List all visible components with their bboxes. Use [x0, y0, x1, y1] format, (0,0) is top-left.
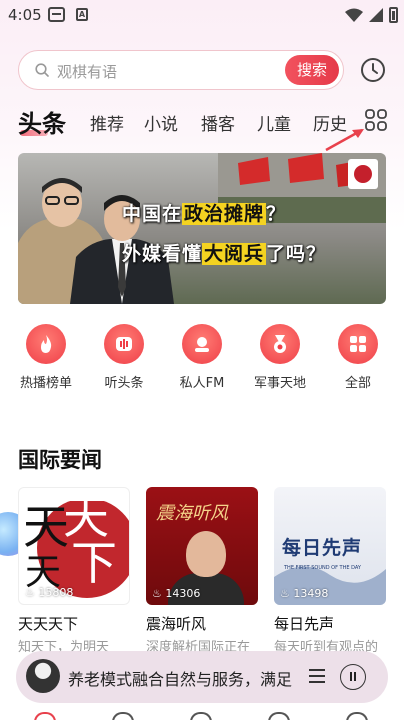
- search-icon: [35, 63, 49, 77]
- cover-char: 下: [71, 536, 117, 590]
- wifi-icon: [345, 8, 363, 22]
- shortcut-all[interactable]: 全部: [318, 324, 398, 391]
- shortcut-listen-headlines[interactable]: 听头条: [84, 324, 164, 391]
- album-cover: 天 天 天 下 ♨ 15808: [18, 487, 130, 605]
- flame-icon: [41, 335, 52, 353]
- playlist-icon[interactable]: [308, 667, 326, 685]
- album-cover: 每日先声 THE FIRST SOUND OF THE DAY ♨ 13498: [274, 487, 386, 605]
- bottom-nav: [0, 706, 404, 720]
- album-card[interactable]: 天 天 天 下 ♨ 15808 天天天下 知天下，为明天: [18, 487, 130, 655]
- search-button[interactable]: 搜索: [285, 55, 339, 85]
- history-clock-icon[interactable]: [359, 56, 387, 84]
- play-count: ♨ 13498: [280, 587, 329, 600]
- shortcut-row: 热播榜单 听头条 私人FM 军事天地 全部: [0, 324, 404, 394]
- nav-crown-icon[interactable]: [112, 712, 134, 720]
- cover-subtitle: THE FIRST SOUND OF THE DAY: [284, 565, 361, 571]
- search-input[interactable]: 观棋有语: [57, 61, 117, 82]
- nav-library-icon[interactable]: [268, 712, 290, 720]
- cover-title: 每日先声: [282, 537, 363, 559]
- album-card[interactable]: 震海听风 ♨ 14306 震海听风 深度解析国际正在: [146, 487, 258, 655]
- pause-icon[interactable]: [340, 664, 366, 690]
- album-title: 震海听风: [146, 615, 207, 633]
- section-title: 国际要闻: [18, 448, 102, 472]
- nav-home-icon[interactable]: [34, 712, 56, 720]
- cover-title: 震海听风: [156, 503, 228, 524]
- grid-icon: [350, 336, 366, 352]
- nav-profile-icon[interactable]: [346, 712, 368, 720]
- tab-children[interactable]: 儿童: [257, 110, 291, 135]
- mini-player[interactable]: 养老模式融合自然与服务，满足: [16, 651, 388, 703]
- search-bar[interactable]: 观棋有语 搜索: [18, 50, 344, 90]
- shortcut-military[interactable]: 军事天地: [240, 324, 320, 391]
- signal-icon: [369, 8, 383, 22]
- tab-podcast[interactable]: 播客: [201, 110, 235, 135]
- radio-icon: [195, 337, 209, 352]
- banner-headline-line1: 中国在 政治摊牌？: [122, 203, 287, 225]
- album-card[interactable]: 每日先声 THE FIRST SOUND OF THE DAY ♨ 13498 …: [274, 487, 386, 655]
- tab-headlines[interactable]: 头条: [18, 104, 66, 139]
- tab-novel[interactable]: 小说: [144, 110, 178, 135]
- audio-wave-icon: [116, 337, 132, 351]
- play-count: ♨ 14306: [152, 587, 201, 600]
- player-cover: [26, 659, 60, 693]
- channel-logo: [348, 159, 378, 189]
- nav-discover-icon[interactable]: [190, 712, 212, 720]
- album-title: 天天天下: [18, 615, 79, 633]
- battery-icon: [389, 7, 398, 23]
- text-notification-icon: A: [76, 8, 88, 21]
- player-track-title: 养老模式融合自然与服务，满足: [68, 670, 293, 689]
- medal-icon: [274, 335, 286, 353]
- status-bar: 4:05 A: [0, 0, 404, 30]
- app-notification-icon: [48, 7, 65, 22]
- pointer-arrow-icon: [325, 128, 364, 152]
- banner-headline-line2: 外媒看懂 大阅兵 了吗？: [122, 243, 327, 265]
- tab-recommend[interactable]: 推荐: [90, 110, 124, 135]
- album-title: 每日先声: [274, 615, 335, 633]
- status-time: 4:05: [8, 6, 42, 24]
- headline-banner[interactable]: 中国在 政治摊牌？ 外媒看懂 大阅兵 了吗？: [18, 153, 386, 304]
- shortcut-private-fm[interactable]: 私人FM: [162, 324, 242, 391]
- cover-face: [186, 531, 226, 577]
- play-count: ♨ 15808: [25, 586, 74, 599]
- album-cover: 震海听风 ♨ 14306: [146, 487, 258, 605]
- cover-char: 天: [63, 490, 109, 544]
- shortcut-hot-chart[interactable]: 热播榜单: [6, 324, 86, 391]
